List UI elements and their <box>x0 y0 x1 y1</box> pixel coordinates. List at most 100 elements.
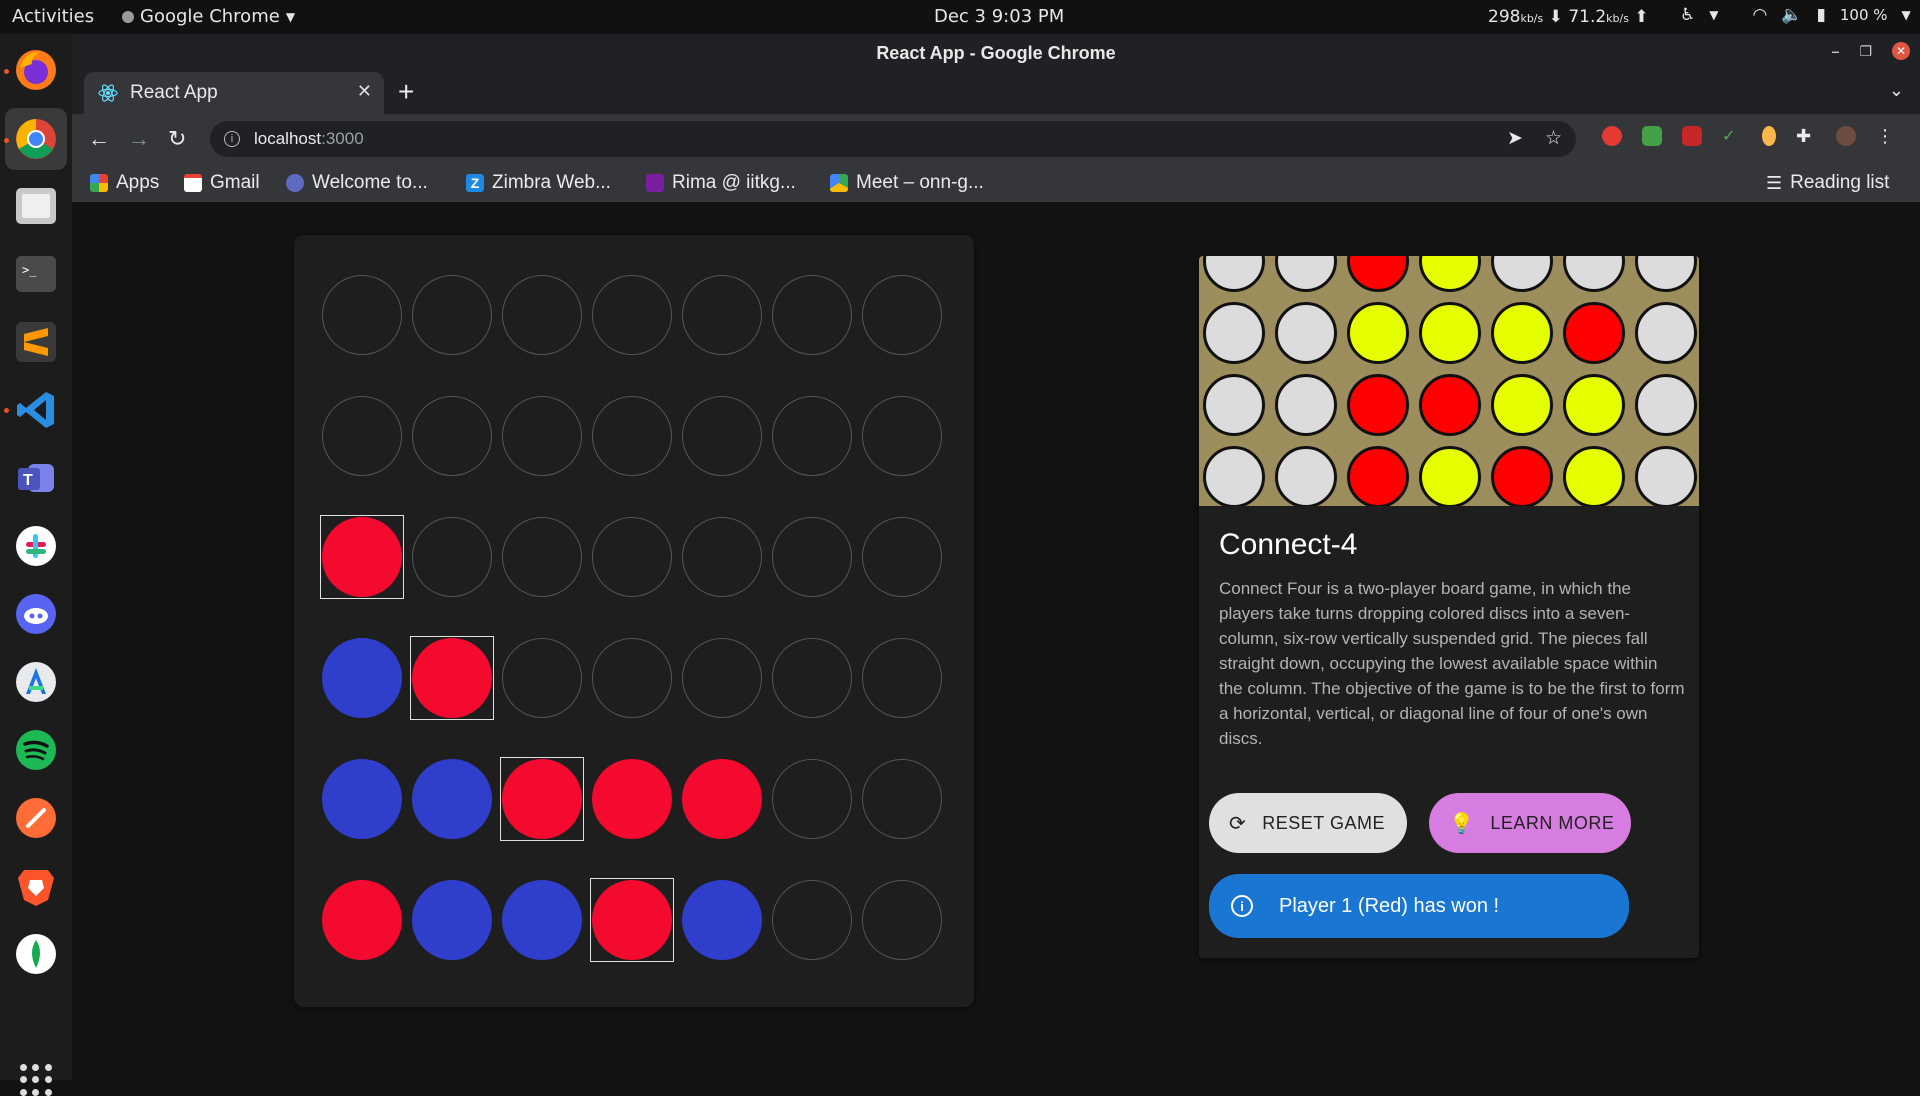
board-cell-empty[interactable] <box>412 396 492 476</box>
board-cell-empty[interactable] <box>592 275 672 355</box>
board-cell-empty[interactable] <box>592 517 672 597</box>
kebab-menu-icon[interactable]: ⋮ <box>1876 126 1896 146</box>
system-tray[interactable]: ♿ ▼ ◠ 🔈 ▮ 100 % ▼ <box>1680 5 1911 25</box>
chrome-app-icon <box>122 10 134 23</box>
forward-arrow-icon[interactable]: → <box>128 126 150 152</box>
board-cell-empty[interactable] <box>772 517 852 597</box>
board-disc-blue[interactable] <box>322 759 402 839</box>
app-menu[interactable]: Google Chrome ▼ <box>122 6 295 27</box>
board-cell-empty[interactable] <box>502 275 582 355</box>
reset-game-button[interactable]: ⟳ RESET GAME <box>1209 793 1407 853</box>
board-cell-empty[interactable] <box>682 396 762 476</box>
slack-icon[interactable] <box>14 524 58 568</box>
board-cell-empty[interactable] <box>502 638 582 718</box>
board-disc-blue[interactable] <box>682 880 762 960</box>
back-arrow-icon[interactable]: ← <box>88 126 110 152</box>
connect-four-image <box>1199 256 1699 506</box>
android-studio-icon[interactable] <box>14 660 58 704</box>
board-disc-red[interactable] <box>322 517 402 597</box>
board-cell-empty[interactable] <box>592 396 672 476</box>
send-to-devices-icon[interactable]: ➤ <box>1507 127 1523 150</box>
board-cell-empty[interactable] <box>862 638 942 718</box>
mail-extension-icon[interactable] <box>1642 126 1662 146</box>
adblock-extension-icon[interactable] <box>1602 126 1622 146</box>
sublime-text-icon[interactable] <box>14 320 58 364</box>
spotify-icon[interactable] <box>14 728 58 772</box>
board-disc-red[interactable] <box>502 759 582 839</box>
board-cell-empty[interactable] <box>322 275 402 355</box>
chrome-icon[interactable] <box>14 117 58 161</box>
bookmark-apps[interactable]: Apps <box>90 172 159 194</box>
grid-extension-icon[interactable] <box>1682 126 1702 146</box>
firefox-icon[interactable] <box>14 48 58 92</box>
activities-button[interactable]: Activities <box>12 6 94 27</box>
bookmark-zimbra[interactable]: Z Zimbra Web... <box>466 172 611 194</box>
board-cell-empty[interactable] <box>592 638 672 718</box>
board-cell-empty[interactable] <box>772 880 852 960</box>
board-cell-empty[interactable] <box>862 759 942 839</box>
learn-more-button[interactable]: 💡 LEARN MORE <box>1429 793 1631 853</box>
discord-icon[interactable] <box>14 592 58 636</box>
puzzle-extensions-icon[interactable]: ✚ <box>1796 126 1816 146</box>
site-info-icon[interactable]: i <box>224 131 240 147</box>
board-cell-empty[interactable] <box>772 638 852 718</box>
board-disc-blue[interactable] <box>322 638 402 718</box>
board-disc-red[interactable] <box>322 880 402 960</box>
close-window-icon[interactable]: ✕ <box>1892 42 1910 60</box>
board-cell-empty[interactable] <box>412 517 492 597</box>
show-applications-icon[interactable] <box>20 1064 52 1096</box>
accessibility-icon[interactable]: ♿ <box>1680 5 1695 25</box>
board-disc-blue[interactable] <box>412 759 492 839</box>
tab-search-chevron-icon[interactable]: ⌄ <box>1889 80 1904 101</box>
bookmark-welcome[interactable]: Welcome to... <box>286 172 428 194</box>
board-cell-empty[interactable] <box>772 275 852 355</box>
board-disc-red[interactable] <box>592 880 672 960</box>
checkmark-extension-icon[interactable]: ✓ <box>1722 126 1742 146</box>
mongodb-compass-icon[interactable] <box>14 932 58 976</box>
board-disc-red[interactable] <box>412 638 492 718</box>
board-cell-empty[interactable] <box>862 880 942 960</box>
board-disc-blue[interactable] <box>502 880 582 960</box>
board-cell-empty[interactable] <box>862 517 942 597</box>
board-cell-empty[interactable] <box>502 396 582 476</box>
wifi-icon[interactable]: ◠ <box>1752 5 1767 25</box>
bookmark-rima[interactable]: Rima @ iitkg... <box>646 172 796 194</box>
new-tab-button[interactable]: + <box>398 76 414 108</box>
board-cell-empty[interactable] <box>862 275 942 355</box>
clock[interactable]: Dec 3 9:03 PM <box>934 6 1064 27</box>
illustration-disc-white <box>1275 302 1337 364</box>
files-icon[interactable] <box>14 184 58 228</box>
postman-icon[interactable] <box>14 796 58 840</box>
profile-avatar[interactable] <box>1836 126 1856 146</box>
bookmark-gmail[interactable]: Gmail <box>184 172 260 194</box>
board-cell-empty[interactable] <box>322 396 402 476</box>
terminal-icon[interactable]: >_ <box>14 252 58 296</box>
battery-icon[interactable]: ▮ <box>1817 5 1826 25</box>
board-cell-empty[interactable] <box>772 759 852 839</box>
board-cell-empty[interactable] <box>682 517 762 597</box>
board-disc-red[interactable] <box>592 759 672 839</box>
board-cell-empty[interactable] <box>682 638 762 718</box>
restore-icon[interactable]: ❐ <box>1859 43 1872 60</box>
volume-icon[interactable]: 🔈 <box>1781 5 1802 25</box>
board-disc-red[interactable] <box>682 759 762 839</box>
bookmark-meet[interactable]: Meet – onn-g... <box>830 172 984 194</box>
board-cell-empty[interactable] <box>502 517 582 597</box>
vscode-icon[interactable] <box>14 388 58 432</box>
bookmark-star-icon[interactable]: ☆ <box>1545 127 1562 150</box>
board-cell-empty[interactable] <box>412 275 492 355</box>
honey-extension-icon[interactable] <box>1762 126 1776 146</box>
window-titlebar[interactable]: React App - Google Chrome – ❐ ✕ <box>72 34 1920 70</box>
tab-close-icon[interactable]: ✕ <box>357 81 372 102</box>
address-bar[interactable]: i localhost:3000 ➤ ☆ <box>210 121 1576 157</box>
board-cell-empty[interactable] <box>682 275 762 355</box>
reading-list[interactable]: ☰ Reading list <box>1766 172 1889 194</box>
tab-react-app[interactable]: React App ✕ <box>84 72 384 114</box>
board-cell-empty[interactable] <box>772 396 852 476</box>
minimize-icon[interactable]: – <box>1832 43 1840 59</box>
brave-icon[interactable] <box>14 864 58 908</box>
teams-icon[interactable]: T <box>14 456 58 500</box>
board-cell-empty[interactable] <box>862 396 942 476</box>
reload-icon[interactable]: ↻ <box>168 126 186 152</box>
board-disc-blue[interactable] <box>412 880 492 960</box>
